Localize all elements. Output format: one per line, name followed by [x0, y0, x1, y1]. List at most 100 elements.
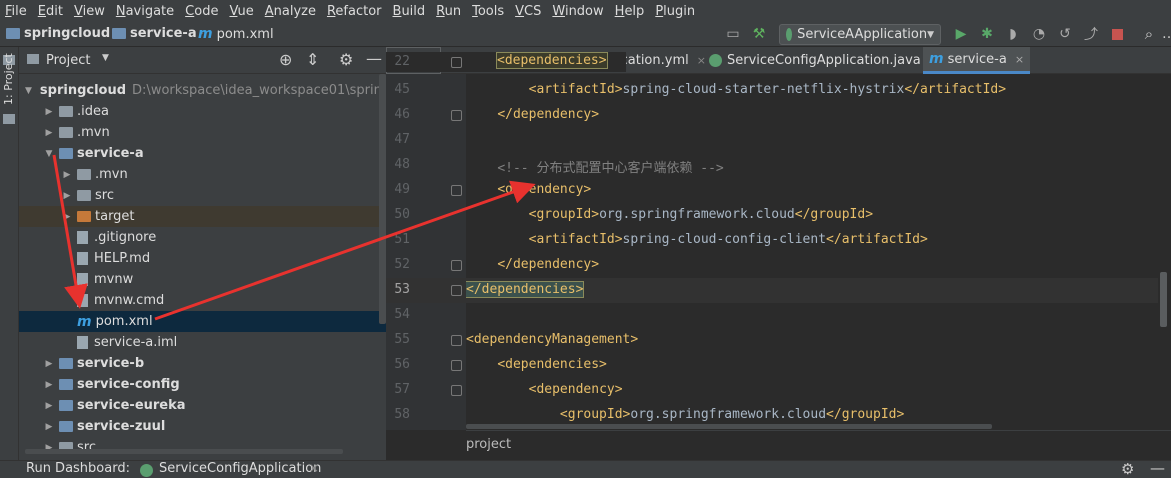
tree-item[interactable]: mvnw [19, 269, 386, 290]
tree-item[interactable]: service-a.iml [19, 332, 386, 353]
folder-icon [59, 148, 73, 159]
build-project-icon[interactable]: ↺ [1056, 25, 1074, 43]
menu-item-window[interactable]: Window [547, 4, 609, 19]
chevron-down-icon[interactable]: ▼ [102, 53, 109, 63]
run-configuration-select[interactable]: ServiceAApplication ▼ [779, 24, 941, 45]
collapsed-arrow-icon[interactable]: ▶ [43, 359, 55, 369]
tree-item[interactable]: ▶ src [19, 437, 386, 458]
file-icon [77, 336, 88, 349]
fold-marker-icon[interactable] [451, 285, 462, 296]
menu-item-vcs[interactable]: VCS [510, 4, 547, 19]
collapsed-arrow-icon[interactable]: ▶ [43, 107, 55, 117]
collapsed-arrow-icon[interactable]: ▶ [61, 170, 73, 180]
coverage-icon[interactable]: ◗ [1004, 25, 1022, 43]
collapsed-arrow-icon[interactable]: ▶ [43, 422, 55, 432]
tree-item[interactable]: ▼ springcloud D:\workspace\idea_workspace0… [19, 80, 386, 101]
hide-panel-icon[interactable]: — [1150, 459, 1165, 477]
fold-marker-icon[interactable] [451, 335, 462, 346]
code-editor[interactable]: <artifactId>spring-cloud-starter-netflix… [466, 74, 1158, 430]
folder-icon [59, 421, 73, 432]
menu-item-edit[interactable]: Edit [33, 4, 69, 19]
fold-marker-icon[interactable] [451, 110, 462, 121]
fold-marker-icon[interactable] [451, 360, 462, 371]
collapsed-arrow-icon[interactable]: ▶ [61, 212, 73, 222]
tree-item[interactable]: ▶ service-eureka [19, 395, 386, 416]
hide-panel-icon[interactable]: — [366, 49, 382, 68]
project-view-select[interactable]: Project [46, 53, 90, 68]
more-icon[interactable]: … [1160, 25, 1171, 43]
xml-tag: </dependency> [497, 107, 600, 122]
gear-icon[interactable]: ⚙ [1121, 460, 1134, 478]
fold-marker-icon[interactable] [451, 385, 462, 396]
tab-service-config-application[interactable]: ServiceConfigApplication.java × [703, 47, 944, 74]
menu-item-build[interactable]: Build [388, 4, 432, 19]
menu-item-vue[interactable]: Vue [224, 4, 259, 19]
tree-item[interactable]: ▶ .mvn [19, 164, 386, 185]
expanded-arrow-icon[interactable]: ▼ [43, 149, 55, 159]
collapse-all-icon[interactable]: ⇕ [306, 50, 319, 69]
tree-item[interactable]: ▼ service-a [19, 143, 386, 164]
tree-item[interactable]: mvnw.cmd [19, 290, 386, 311]
run-icon[interactable]: ▶ [952, 25, 970, 43]
project-scrollbar[interactable] [379, 74, 386, 324]
tree-item[interactable]: .gitignore [19, 227, 386, 248]
run-dashboard-tab[interactable]: ServiceConfigApplication [159, 461, 321, 476]
collapsed-arrow-icon[interactable]: ▶ [61, 191, 73, 201]
expanded-arrow-icon[interactable]: ▼ [25, 86, 32, 96]
tree-item[interactable]: ▶ .mvn [19, 122, 386, 143]
fold-marker-icon[interactable] [451, 260, 462, 271]
run-window-icon[interactable]: ▭ [724, 25, 742, 43]
menu-item-code[interactable]: Code [180, 4, 224, 19]
menu-item-file[interactable]: File [0, 4, 33, 19]
locate-icon[interactable]: ⊕ [279, 50, 292, 69]
menu-item-navigate[interactable]: Navigate [111, 4, 180, 19]
line-number: 55 [394, 332, 410, 347]
tree-item[interactable]: ▶ service-b [19, 353, 386, 374]
collapsed-arrow-icon[interactable]: ▶ [43, 380, 55, 390]
collapsed-arrow-icon[interactable]: ▶ [43, 128, 55, 138]
menu-item-plugin[interactable]: Plugin [650, 4, 701, 19]
project-horizontal-scrollbar[interactable] [25, 449, 343, 454]
editor-horizontal-scrollbar[interactable] [466, 424, 992, 429]
close-icon[interactable]: × [309, 461, 319, 475]
tree-item[interactable]: ▶ src [19, 185, 386, 206]
gear-icon[interactable]: ⚙ [339, 50, 353, 69]
menu-item-refactor[interactable]: Refactor [322, 4, 388, 19]
tree-item[interactable]: m pom.xml [19, 311, 386, 332]
fold-marker-icon[interactable] [451, 57, 462, 68]
tree-item[interactable]: ▶ service-zuul [19, 416, 386, 437]
editor-breadcrumb[interactable]: project [466, 437, 511, 452]
editor-scrollbar[interactable] [1160, 272, 1167, 327]
menu-item-tools[interactable]: Tools [467, 4, 510, 19]
menu-bar: File Edit View Navigate Code Vue Analyze Refact… [0, 0, 1171, 22]
breadcrumb-module[interactable]: service-a › [112, 26, 208, 41]
collapsed-arrow-icon[interactable]: ▶ [43, 401, 55, 411]
tree-item[interactable]: ▶ target [19, 206, 386, 227]
menu-item-run[interactable]: Run [431, 4, 467, 19]
breadcrumb-project[interactable]: springcloud › [6, 26, 121, 41]
menu-item-help[interactable]: Help [610, 4, 651, 19]
structure-icon[interactable] [3, 114, 15, 124]
profile-icon[interactable]: ◔ [1030, 25, 1048, 43]
tree-item[interactable]: ▶ service-config [19, 374, 386, 395]
tree-item[interactable]: ▶ .idea [19, 101, 386, 122]
debug-icon[interactable]: ✱ [978, 25, 996, 43]
xml-tag: <artifactId> [528, 82, 623, 97]
code-line: </dependencies> [466, 281, 585, 298]
search-icon[interactable]: ⌕ [1140, 25, 1158, 43]
menu-item-view[interactable]: View [69, 4, 111, 19]
menu-item-analyze[interactable]: Analyze [260, 4, 322, 19]
stop-icon[interactable] [1108, 25, 1126, 43]
tab-service-a-pom[interactable]: m service-a × [923, 47, 1031, 74]
project-tool-window-button[interactable]: 1: Project [2, 53, 15, 105]
build-hammer-icon[interactable]: ⚒ [750, 25, 768, 43]
tree-item[interactable]: HELP.md [19, 248, 386, 269]
breadcrumb-file[interactable]: m pom.xml [198, 26, 274, 42]
folder-icon [112, 28, 126, 39]
code-line: </dependency> [466, 107, 599, 122]
close-icon[interactable]: × [1015, 53, 1024, 66]
tab-application-yml[interactable]: ication.yml × [611, 47, 712, 74]
fold-marker-icon[interactable] [451, 185, 462, 196]
attach-debugger-icon[interactable]: ⤴ [1082, 25, 1100, 43]
